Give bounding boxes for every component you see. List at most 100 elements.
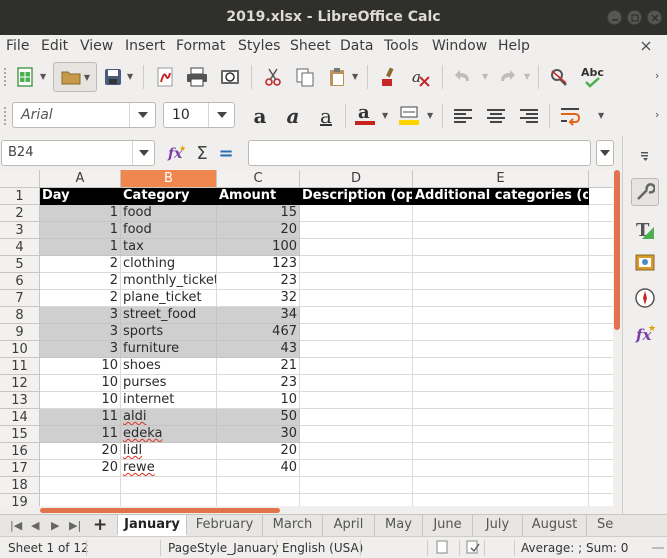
cell[interactable] — [589, 273, 613, 290]
header-cell[interactable]: Additional categories (opt) — [413, 188, 589, 205]
gallery-icon[interactable] — [631, 248, 659, 276]
cell[interactable] — [413, 409, 589, 426]
expand-formula-bar-button[interactable] — [596, 140, 614, 166]
horizontal-scrollbar[interactable] — [0, 506, 613, 514]
cell[interactable]: 3 — [40, 307, 121, 324]
row-header[interactable]: 10 — [0, 341, 40, 358]
wrap-dropdown-icon[interactable]: ▼ — [598, 111, 604, 120]
cell[interactable] — [589, 443, 613, 460]
cell[interactable]: 32 — [217, 290, 300, 307]
copy-icon[interactable] — [292, 64, 318, 90]
cell[interactable]: street_food — [121, 307, 217, 324]
cell[interactable]: 2 — [40, 256, 121, 273]
close-document-icon[interactable] — [641, 40, 651, 54]
undo-icon[interactable] — [450, 64, 476, 90]
cell[interactable]: 20 — [40, 460, 121, 477]
cell[interactable]: lidl — [121, 443, 217, 460]
menu-file[interactable]: File — [6, 38, 29, 54]
cell[interactable]: 20 — [40, 443, 121, 460]
cell[interactable]: food — [121, 222, 217, 239]
align-left-icon[interactable] — [450, 103, 476, 129]
row-header[interactable]: 7 — [0, 290, 40, 307]
cell[interactable] — [300, 205, 413, 222]
menu-data[interactable]: Data — [340, 38, 373, 54]
font-name-dropdown-icon[interactable] — [129, 103, 155, 127]
underline-icon[interactable]: a — [313, 103, 339, 129]
formula-icon[interactable]: = — [216, 142, 236, 164]
align-right-icon[interactable] — [516, 103, 542, 129]
redo-icon[interactable] — [494, 64, 520, 90]
cell[interactable] — [589, 409, 613, 426]
cell[interactable] — [413, 273, 589, 290]
cell[interactable] — [589, 426, 613, 443]
menu-help[interactable]: Help — [498, 38, 530, 54]
sheet-tab-may[interactable]: May — [375, 515, 423, 536]
cell[interactable]: 43 — [217, 341, 300, 358]
last-sheet-icon[interactable]: ▶| — [69, 519, 81, 532]
new-spreadsheet-icon[interactable] — [12, 64, 38, 90]
row-header[interactable]: 18 — [0, 477, 40, 494]
cell[interactable] — [413, 324, 589, 341]
name-box-value[interactable]: B24 — [8, 145, 33, 160]
cell[interactable] — [413, 256, 589, 273]
bold-icon[interactable]: a — [247, 103, 273, 129]
redo-dropdown-icon[interactable]: ▼ — [524, 72, 530, 81]
cell[interactable]: aldi — [121, 409, 217, 426]
sheet-tab-january[interactable]: January — [117, 515, 187, 536]
close-button[interactable] — [647, 10, 662, 25]
row-header[interactable]: 14 — [0, 409, 40, 426]
new-dropdown-icon[interactable]: ▼ — [40, 72, 46, 81]
function-wizard-icon[interactable]: fx ★ — [166, 142, 188, 164]
formula-input[interactable] — [248, 140, 591, 166]
row-header[interactable]: 3 — [0, 222, 40, 239]
row-header[interactable]: 1 — [0, 188, 40, 205]
cut-icon[interactable] — [260, 64, 286, 90]
cell[interactable]: 30 — [217, 426, 300, 443]
cell[interactable] — [300, 256, 413, 273]
cell[interactable] — [589, 460, 613, 477]
language[interactable]: English (USA) — [282, 541, 363, 555]
cell[interactable]: 467 — [217, 324, 300, 341]
cell[interactable]: purses — [121, 375, 217, 392]
cell[interactable] — [300, 426, 413, 443]
name-box-dropdown-icon[interactable] — [132, 141, 154, 165]
sum-icon[interactable]: Σ — [192, 142, 212, 164]
cell[interactable]: internet — [121, 392, 217, 409]
cell[interactable]: 20 — [217, 443, 300, 460]
menu-styles[interactable]: Styles — [238, 38, 280, 54]
spellcheck-icon[interactable]: Abc — [578, 62, 608, 92]
cell[interactable]: 15 — [217, 205, 300, 222]
wrap-text-icon[interactable] — [557, 103, 585, 129]
row-header[interactable]: 4 — [0, 239, 40, 256]
cell[interactable]: 2 — [40, 273, 121, 290]
menu-tools[interactable]: Tools — [384, 38, 419, 54]
open-button[interactable]: ▼ — [53, 62, 97, 92]
cell[interactable] — [300, 239, 413, 256]
functions-icon[interactable]: fx ★ — [631, 320, 659, 348]
find-replace-icon[interactable] — [546, 64, 572, 90]
cell[interactable] — [300, 307, 413, 324]
cell[interactable]: 10 — [40, 358, 121, 375]
sheet-tab-june[interactable]: June — [423, 515, 473, 536]
cell[interactable] — [300, 290, 413, 307]
row-header[interactable]: 12 — [0, 375, 40, 392]
cell[interactable]: 1 — [40, 205, 121, 222]
header-cell[interactable]: Day — [40, 188, 121, 205]
paste-dropdown-icon[interactable]: ▼ — [352, 72, 358, 81]
export-pdf-icon[interactable] — [152, 64, 178, 90]
background-color-icon[interactable] — [396, 101, 422, 129]
cell[interactable]: 10 — [40, 392, 121, 409]
cell[interactable]: 23 — [217, 273, 300, 290]
background-color-dropdown-icon[interactable]: ▼ — [427, 111, 433, 120]
toolbar-grip[interactable] — [3, 66, 7, 88]
cell[interactable]: 20 — [217, 222, 300, 239]
cell[interactable] — [589, 477, 613, 494]
cell[interactable]: 123 — [217, 256, 300, 273]
header-cell[interactable]: Amount — [217, 188, 300, 205]
cell[interactable] — [300, 443, 413, 460]
cell[interactable]: 11 — [40, 409, 121, 426]
cell[interactable] — [413, 477, 589, 494]
sheet-tab-march[interactable]: March — [263, 515, 323, 536]
sheet-tab-february[interactable]: February — [187, 515, 263, 536]
cell[interactable] — [589, 324, 613, 341]
